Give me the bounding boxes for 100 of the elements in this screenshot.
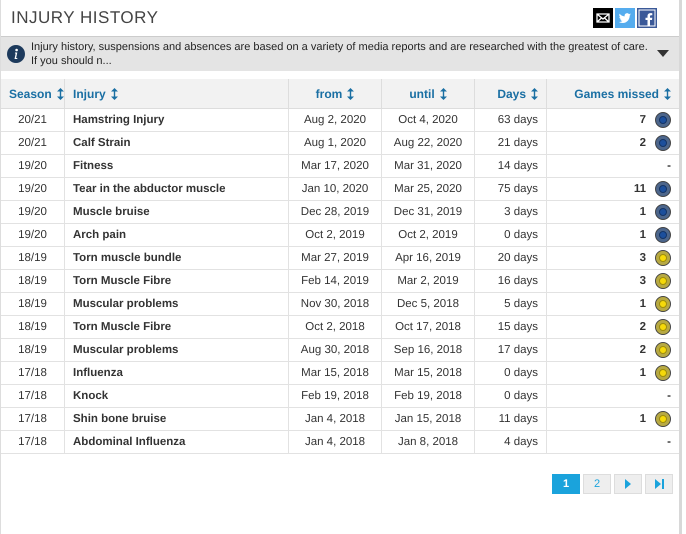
- info-text: Injury history, suspensions and absences are based on a variety of media reports and are researched with the greatest of care. If you should n...: [31, 40, 649, 68]
- table-cell: Oct 17, 2018: [395, 321, 461, 333]
- table-cell: 5 days: [504, 298, 538, 310]
- sort-icon[interactable]: [347, 88, 354, 100]
- games-count: 2: [640, 321, 646, 333]
- table-cell: 19/20: [18, 229, 47, 241]
- table-cell: Muscular problems: [73, 298, 178, 310]
- table-cell: Jan 4, 2018: [304, 413, 366, 425]
- table-cell: Torn muscle bundle: [73, 252, 182, 264]
- sort-icon[interactable]: [56, 88, 64, 100]
- table-cell: Aug 2, 2020: [304, 114, 366, 126]
- table-cell: Dec 5, 2018: [396, 298, 459, 310]
- games-count: 1: [640, 229, 646, 241]
- table-cell: 20 days: [498, 252, 538, 264]
- email-icon[interactable]: [593, 8, 613, 28]
- column-header[interactable]: from: [316, 86, 342, 100]
- table-cell: Influenza: [73, 367, 123, 379]
- table-cell: Feb 19, 2018: [301, 390, 369, 402]
- table-cell: Tear in the abductor muscle: [73, 183, 226, 195]
- next-page-button[interactable]: [614, 474, 642, 494]
- table-cell: 19/20: [18, 206, 47, 218]
- table-cell: 16 days: [498, 275, 538, 287]
- page-button[interactable]: 2: [583, 474, 611, 494]
- games-count: -: [667, 436, 671, 448]
- table-cell: 20/21: [18, 137, 47, 149]
- table-cell: 19/20: [18, 183, 47, 195]
- table-cell: Dec 31, 2019: [394, 206, 462, 218]
- games-count: 3: [640, 252, 646, 264]
- triangle-icon: [625, 479, 631, 489]
- table-cell: 17/18: [18, 413, 47, 425]
- table-cell: Arch pain: [73, 229, 126, 241]
- table-cell: 17 days: [498, 344, 538, 356]
- table-cell: Nov 30, 2018: [300, 298, 370, 310]
- table-cell: Aug 1, 2020: [304, 137, 366, 149]
- table-cell: Fitness: [73, 160, 114, 172]
- table-cell: Oct 4, 2020: [398, 114, 458, 126]
- table-cell: 21 days: [498, 137, 538, 149]
- table-cell: 4 days: [504, 436, 538, 448]
- table-cell: 0 days: [504, 229, 538, 241]
- table-cell: Aug 30, 2018: [300, 344, 370, 356]
- table-cell: Jan 8, 2018: [398, 436, 458, 448]
- games-count: 7: [640, 114, 646, 126]
- column-header[interactable]: until: [409, 86, 435, 100]
- table-cell: Muscle bruise: [73, 206, 150, 218]
- table-cell: 17/18: [18, 390, 47, 402]
- table-cell: Dec 28, 2019: [300, 206, 370, 218]
- table-cell: 0 days: [504, 390, 538, 402]
- table-cell: Jan 10, 2020: [302, 183, 368, 195]
- table-cell: 18/19: [18, 298, 47, 310]
- table-cell: 18/19: [18, 252, 47, 264]
- games-count: 1: [640, 367, 646, 379]
- table-cell: 11 days: [498, 413, 538, 425]
- games-count: 2: [640, 344, 646, 356]
- table-cell: Oct 2, 2019: [398, 229, 458, 241]
- sort-icon[interactable]: [110, 88, 118, 100]
- games-count: 1: [640, 298, 646, 310]
- table-cell: Sep 16, 2018: [394, 344, 462, 356]
- table-cell: Mar 27, 2019: [301, 252, 369, 264]
- sort-icon[interactable]: [531, 88, 538, 100]
- sort-icon[interactable]: [664, 88, 671, 100]
- table-cell: Mar 25, 2020: [394, 183, 462, 195]
- table-cell: Mar 15, 2018: [394, 367, 462, 379]
- table-cell: Torn Muscle Fibre: [73, 321, 172, 333]
- table-cell: Apr 16, 2019: [395, 252, 461, 264]
- table-cell: 20/21: [18, 114, 47, 126]
- table-cell: Oct 2, 2019: [305, 229, 365, 241]
- table-cell: 18/19: [18, 344, 47, 356]
- table-cell: 18/19: [18, 275, 47, 287]
- page-button[interactable]: 1: [552, 474, 580, 494]
- table-cell: Jan 4, 2018: [304, 436, 366, 448]
- games-count: -: [667, 390, 671, 402]
- table-cell: Feb 19, 2018: [394, 390, 462, 402]
- column-header[interactable]: Injury: [73, 86, 106, 100]
- last-page-button[interactable]: [645, 474, 673, 494]
- table-cell: 63 days: [498, 114, 538, 126]
- table-cell: Mar 15, 2018: [301, 367, 369, 379]
- table-cell: 15 days: [498, 321, 538, 333]
- table-cell: Hamstring Injury: [73, 114, 164, 126]
- table-cell: Muscular problems: [73, 344, 178, 356]
- table-cell: 17/18: [18, 436, 47, 448]
- info-icon: [7, 45, 25, 63]
- sort-icon[interactable]: [440, 88, 447, 100]
- triangle-bar-icon: [654, 479, 664, 489]
- games-count: 1: [640, 413, 646, 425]
- expand-caret-icon[interactable]: [657, 50, 669, 58]
- section-title: INJURY HISTORY: [11, 8, 158, 28]
- table-cell: 17/18: [18, 367, 47, 379]
- table-cell: Calf Strain: [73, 137, 131, 149]
- table-cell: Shin bone bruise: [73, 413, 166, 425]
- table-cell: Mar 17, 2020: [301, 160, 369, 172]
- f-letter-icon[interactable]: [637, 8, 657, 28]
- table-cell: Feb 14, 2019: [301, 275, 369, 287]
- column-header[interactable]: Days: [497, 86, 526, 100]
- games-count: 11: [634, 183, 646, 195]
- table-cell: Mar 31, 2020: [394, 160, 462, 172]
- table-cell: 18/19: [18, 321, 47, 333]
- table-cell: 75 days: [498, 183, 538, 195]
- table-cell: Knock: [73, 390, 108, 402]
- table-cell: Torn Muscle Fibre: [73, 275, 172, 287]
- games-count: -: [667, 160, 671, 172]
